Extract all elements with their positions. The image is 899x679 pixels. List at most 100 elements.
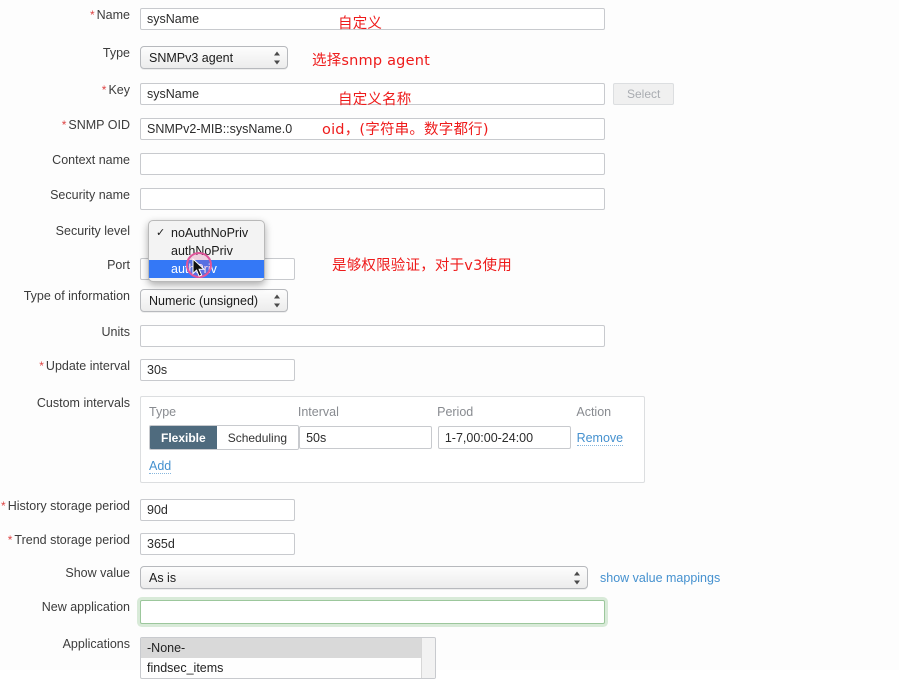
label-new-application-text: New application xyxy=(41,600,130,614)
label-show-value-text: Show value xyxy=(65,566,130,580)
period-value-cell xyxy=(437,426,577,449)
label-security-level: Security level xyxy=(0,224,140,239)
label-update-interval-text: Update interval xyxy=(45,359,130,373)
segment-flexible[interactable]: Flexible xyxy=(150,426,217,449)
dropdown-option-authpriv-label: authPriv xyxy=(171,262,217,276)
label-context-name: Context name xyxy=(0,153,140,168)
show-value-select[interactable]: As is xyxy=(140,566,588,589)
update-interval-input[interactable] xyxy=(140,359,295,381)
applications-listbox[interactable]: -None- findsec_items xyxy=(140,637,436,679)
interval-value-cell xyxy=(299,426,438,449)
label-snmp-oid-text: SNMP OID xyxy=(68,118,130,132)
form-row-security-name: Security name xyxy=(0,188,899,210)
label-type: Type xyxy=(0,46,140,61)
annotation-type: 选择snmp agent xyxy=(312,53,430,69)
label-type-text: Type xyxy=(102,46,130,60)
select-stepper-icon xyxy=(573,571,580,584)
security-level-dropdown-menu[interactable]: ✓ noAuthNoPriv authNoPriv authPriv xyxy=(148,220,265,282)
units-input[interactable] xyxy=(140,325,605,347)
form-row-trend-storage-period: * Trend storage period xyxy=(0,533,899,555)
application-option-findsec[interactable]: findsec_items xyxy=(141,658,435,678)
add-interval-row: Add xyxy=(149,459,634,474)
type-of-information-select[interactable]: Numeric (unsigned) xyxy=(140,289,288,312)
select-stepper-icon xyxy=(273,294,280,307)
dropdown-option-authnopriv[interactable]: authNoPriv xyxy=(149,242,264,260)
label-trend-storage-period: * Trend storage period xyxy=(0,533,140,548)
form-row-custom-intervals: Custom intervals Type Interval Period Ac… xyxy=(0,396,899,483)
application-option-none[interactable]: -None- xyxy=(141,638,435,658)
label-port: Port xyxy=(0,258,140,273)
label-new-application: New application xyxy=(0,600,140,615)
show-value-mappings-link[interactable]: show value mappings xyxy=(600,571,720,585)
form-row-applications: Applications -None- findsec_items xyxy=(0,637,899,679)
label-trend-storage-period-text: Trend storage period xyxy=(14,533,130,547)
label-port-text: Port xyxy=(107,258,130,272)
action-cell: Remove xyxy=(576,430,634,446)
required-marker-history: * xyxy=(1,499,6,513)
select-key-button-label: Select xyxy=(627,87,661,101)
label-key-text: Key xyxy=(108,83,130,97)
form-row-history-storage-period: * History storage period xyxy=(0,499,899,521)
select-stepper-icon xyxy=(273,51,280,64)
required-marker-key: * xyxy=(101,83,107,97)
header-period: Period xyxy=(437,405,474,419)
form-row-key: *Key Select xyxy=(0,83,899,105)
type-of-information-value: Numeric (unsigned) xyxy=(149,293,259,308)
checkmark-icon: ✓ xyxy=(156,227,166,239)
type-select[interactable]: SNMPv3 agent xyxy=(140,46,288,69)
label-security-level-text: Security level xyxy=(55,224,130,238)
label-units-text: Units xyxy=(101,325,130,339)
remove-interval-link[interactable]: Remove xyxy=(576,430,624,446)
label-type-of-information-text: Type of information xyxy=(23,289,130,303)
custom-intervals-header: Type Interval Period Action xyxy=(149,405,634,419)
label-name: * Name xyxy=(0,8,140,23)
annotation-name: 自定义 xyxy=(338,16,383,32)
interval-value-input[interactable] xyxy=(299,426,433,449)
period-value-input[interactable] xyxy=(437,426,571,449)
label-applications: Applications xyxy=(0,637,140,652)
label-history-storage-period: * History storage period xyxy=(0,499,140,514)
label-custom-intervals-text: Custom intervals xyxy=(36,396,130,410)
interval-type-segmented-control[interactable]: Flexible Scheduling xyxy=(149,425,300,450)
label-security-name-text: Security name xyxy=(50,188,130,202)
dropdown-option-noauthnopriv[interactable]: ✓ noAuthNoPriv xyxy=(149,224,264,242)
header-interval: Interval xyxy=(297,405,339,419)
label-history-storage-period-text: History storage period xyxy=(7,499,130,513)
dropdown-option-authpriv[interactable]: authPriv xyxy=(149,260,264,278)
show-value-select-value: As is xyxy=(149,570,177,585)
annotation-snmp-oid: oid，(字符串。数字都行) xyxy=(322,122,489,138)
required-marker-snmp-oid: * xyxy=(61,118,67,132)
history-storage-period-input[interactable] xyxy=(140,499,295,521)
custom-intervals-box: Type Interval Period Action Flexible Sch… xyxy=(140,396,645,483)
segment-scheduling[interactable]: Scheduling xyxy=(216,426,299,449)
dropdown-option-noauthnopriv-label: noAuthNoPriv xyxy=(171,226,249,240)
form-row-units: Units xyxy=(0,325,899,347)
label-key: * Key xyxy=(0,83,140,98)
new-application-input[interactable] xyxy=(140,600,605,624)
label-type-of-information: Type of information xyxy=(0,289,140,304)
required-marker-trend: * xyxy=(7,533,13,547)
trend-storage-period-input[interactable] xyxy=(140,533,295,555)
form-row-new-application: New application xyxy=(0,600,899,624)
form-row-name: * Name xyxy=(0,8,899,30)
add-interval-link[interactable]: Add xyxy=(149,459,172,474)
form-row-show-value: Show value As is show value mappings xyxy=(0,566,899,589)
type-select-value: SNMPv3 agent xyxy=(149,50,234,65)
label-security-name: Security name xyxy=(0,188,140,203)
form-row-update-interval: * Update interval xyxy=(0,359,899,381)
context-name-input[interactable] xyxy=(140,153,605,175)
interval-type-toggle-group: Flexible Scheduling xyxy=(149,425,300,450)
item-configuration-form: *Name Type SNMPv3 agent *Key Select *SNM… xyxy=(0,0,899,679)
form-row-type: Type SNMPv3 agent xyxy=(0,46,899,69)
select-key-button[interactable]: Select xyxy=(613,83,675,105)
form-row-context-name: Context name xyxy=(0,153,899,175)
label-units: Units xyxy=(0,325,140,340)
annotation-security-level: 是够权限验证，对于v3使用 xyxy=(332,258,512,274)
label-update-interval: * Update interval xyxy=(0,359,140,374)
custom-interval-row: Flexible Scheduling Remove xyxy=(149,425,634,450)
label-context-name-text: Context name xyxy=(52,153,130,167)
applications-listbox-scrollbar[interactable] xyxy=(421,638,435,678)
header-action: Action xyxy=(576,405,612,419)
label-name-text: Name xyxy=(96,8,130,22)
security-name-input[interactable] xyxy=(140,188,605,210)
